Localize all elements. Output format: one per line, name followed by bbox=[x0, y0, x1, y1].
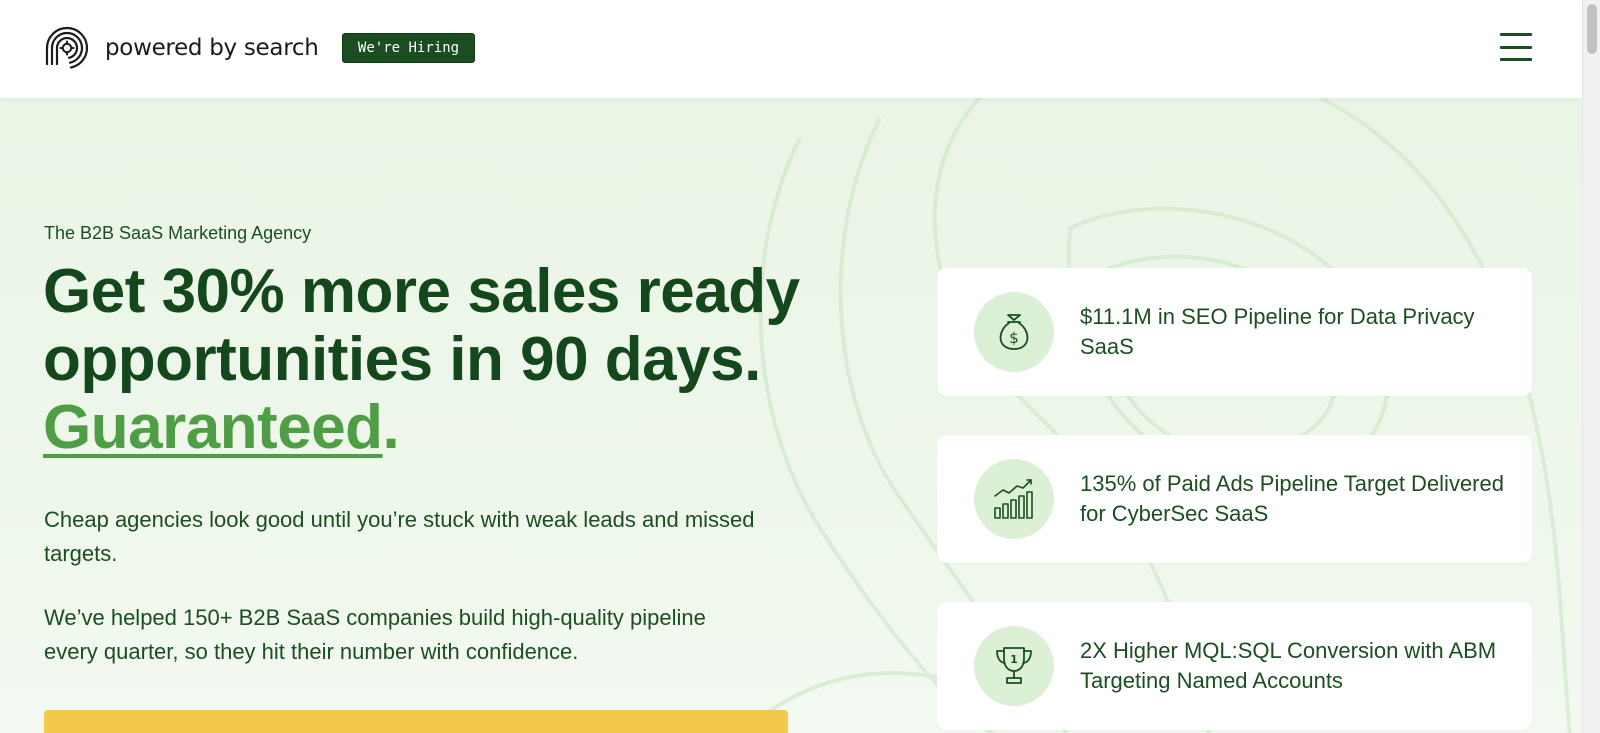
hero-headline: Get 30% more sales ready opportunities i… bbox=[43, 258, 803, 462]
stat-card-paid-ads: 135% of Paid Ads Pipeline Target Deliver… bbox=[937, 435, 1532, 563]
trophy-icon: 1 bbox=[974, 626, 1054, 706]
hamburger-menu-icon[interactable] bbox=[1500, 33, 1532, 61]
menu-bar bbox=[1500, 58, 1532, 61]
stat-text: 2X Higher MQL:SQL Conversion with ABM Ta… bbox=[1080, 638, 1497, 693]
cta-button[interactable] bbox=[44, 710, 788, 733]
svg-text:$: $ bbox=[1009, 329, 1019, 347]
page-scrollbar[interactable] bbox=[1582, 0, 1600, 733]
money-bag-icon: $ bbox=[974, 292, 1054, 372]
hero-section: The B2B SaaS Marketing Agency Get 30% mo… bbox=[0, 98, 1582, 733]
fingerprint-logo-icon bbox=[45, 26, 89, 69]
growth-chart-icon bbox=[974, 459, 1054, 539]
brand-name: powered by search bbox=[105, 35, 319, 61]
stat-text: 135% of Paid Ads Pipeline Target Deliver… bbox=[1080, 471, 1504, 526]
hero-paragraph-1: Cheap agencies look good until you’re st… bbox=[44, 507, 755, 566]
headline-guaranteed-link[interactable]: Guaranteed bbox=[43, 393, 383, 462]
hero-eyebrow: The B2B SaaS Marketing Agency bbox=[44, 223, 312, 243]
headline-text: Get 30% more sales ready opportunities i… bbox=[43, 257, 800, 394]
stat-card-seo-pipeline: $ $11.1M in SEO Pipeline for Data Privac… bbox=[937, 268, 1532, 396]
menu-bar bbox=[1500, 33, 1532, 36]
menu-bar bbox=[1500, 45, 1532, 49]
site-header: powered by search We're Hiring bbox=[0, 0, 1582, 98]
headline-period: . bbox=[382, 393, 400, 462]
svg-text:1: 1 bbox=[1010, 653, 1018, 666]
hero-paragraph-2: We’ve helped 150+ B2B SaaS companies bui… bbox=[44, 605, 706, 664]
scrollbar-thumb[interactable] bbox=[1587, 4, 1597, 54]
brand-logo[interactable]: powered by search bbox=[43, 24, 319, 72]
stat-card-abm: 1 2X Higher MQL:SQL Conversion with ABM … bbox=[937, 602, 1532, 730]
hiring-badge-button[interactable]: We're Hiring bbox=[342, 33, 475, 63]
stat-text: $11.1M in SEO Pipeline for Data Privacy … bbox=[1080, 304, 1475, 359]
